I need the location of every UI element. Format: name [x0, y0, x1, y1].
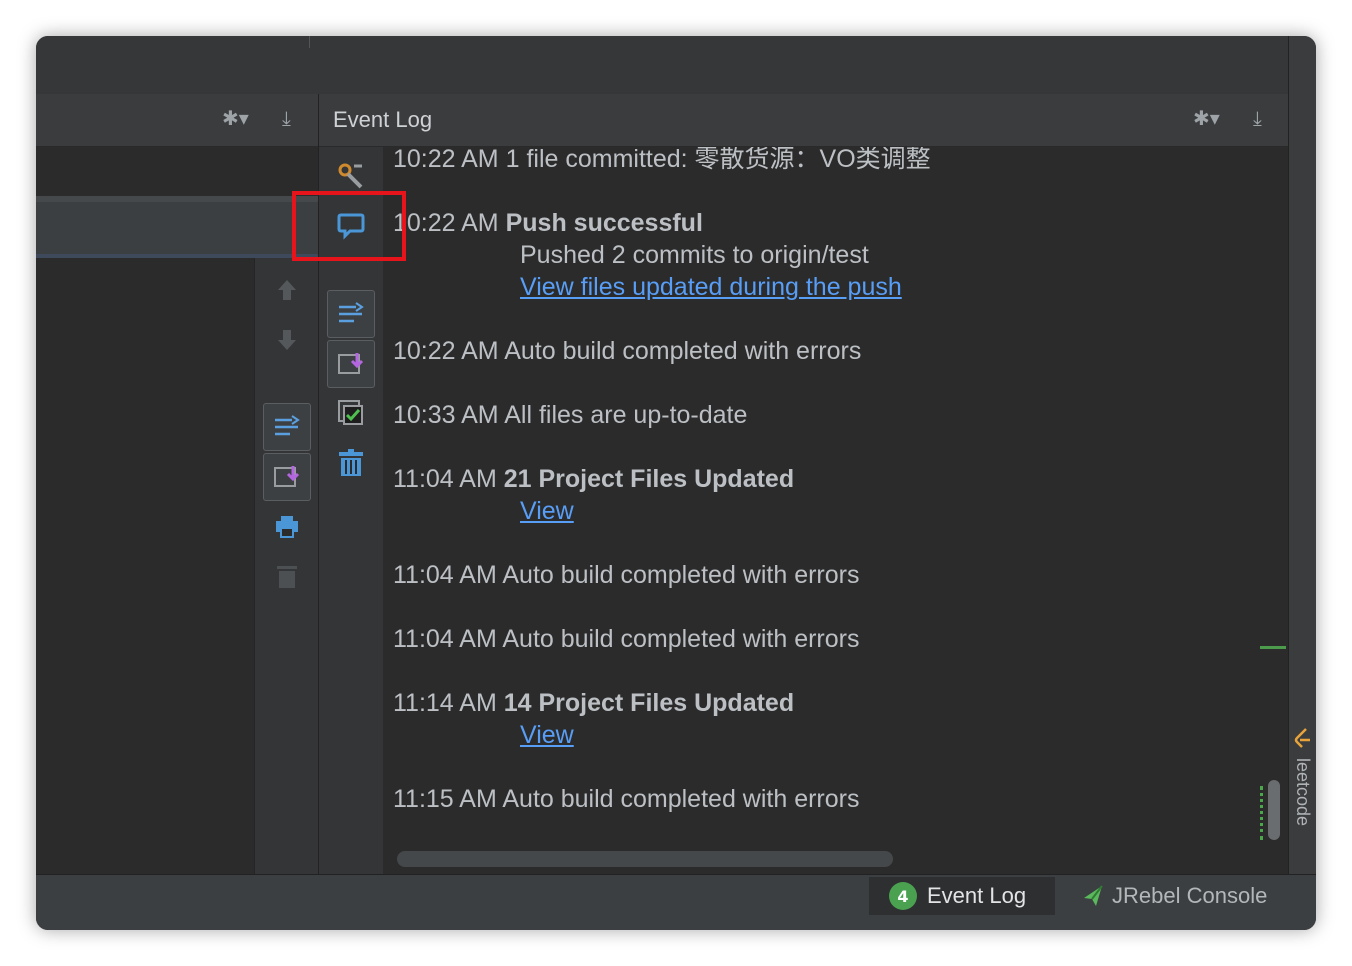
tab-jrebel-label: JRebel Console — [1112, 883, 1268, 908]
diff-icon[interactable] — [327, 290, 375, 338]
log-entry: 10:22 AM Push successful Pushed 2 commit… — [393, 207, 902, 303]
log-message: 1 file committed: 零散货源：VO类调整 — [505, 147, 931, 173]
tab-event-log-label: Event Log — [927, 883, 1027, 908]
log-entry: 11:04 AM Auto build completed with error… — [393, 559, 859, 591]
event-log-header: Event Log ✱▾ ⤓ — [319, 94, 1288, 147]
log-time: 11:04 AM — [393, 465, 497, 493]
panel-title: Event Log — [333, 107, 433, 132]
arrow-up-icon[interactable] — [265, 268, 309, 312]
log-message: 21 Project Files Updated — [503, 465, 795, 493]
log-time: 10:22 AM — [393, 337, 499, 365]
log-time: 11:14 AM — [393, 689, 497, 717]
print-icon[interactable] — [265, 504, 309, 548]
log-entry: 11:04 AM 21 Project Files Updated View — [393, 463, 794, 527]
log-entry: 11:14 AM 14 Project Files Updated View — [393, 687, 794, 751]
log-time: 10:22 AM — [393, 147, 499, 173]
left-panel-header: ✱▾ ⤓ — [36, 94, 318, 147]
view-link[interactable]: View — [393, 719, 794, 751]
log-message: Auto build completed with errors — [502, 625, 860, 653]
log-entry: 10:22 AM 1 file committed: 零散货源：VO类调整 — [393, 147, 931, 175]
view-link[interactable]: View — [393, 495, 794, 527]
gear-icon[interactable]: ✱▾ — [1193, 106, 1220, 130]
dotted-marker — [1260, 786, 1266, 840]
vertical-scrollbar[interactable] — [1268, 780, 1280, 840]
change-marker — [1260, 646, 1286, 649]
log-entry: 10:22 AM Auto build completed with error… — [393, 335, 861, 367]
gear-icon[interactable]: ✱▾ — [222, 106, 249, 130]
leetcode-label: leetcode — [1293, 758, 1313, 827]
diff-icon[interactable] — [263, 403, 311, 451]
log-message: Auto build completed with errors — [502, 561, 860, 589]
log-time: 10:33 AM — [393, 401, 499, 429]
jrebel-icon — [1084, 885, 1103, 906]
view-files-link[interactable]: View files updated during the push — [393, 271, 902, 303]
annotation-highlight-box — [292, 191, 406, 261]
leetcode-tool-tab[interactable]: leetcode — [1289, 724, 1313, 864]
left-panel-toolbar — [254, 258, 319, 874]
log-time: 11:04 AM — [393, 561, 497, 589]
right-tool-strip: leetcode — [1288, 36, 1316, 874]
top-toolbar — [36, 36, 1288, 94]
hide-panel-icon[interactable]: ⤓ — [282, 106, 291, 130]
update-icon[interactable] — [327, 340, 375, 388]
trash-icon[interactable] — [329, 441, 373, 485]
horizontal-scrollbar[interactable] — [397, 851, 893, 867]
left-panel-content — [36, 258, 254, 874]
update-icon[interactable] — [263, 453, 311, 501]
log-detail: Pushed 2 commits to origin/test — [520, 241, 869, 269]
log-message: Push successful — [505, 209, 703, 237]
tab-jrebel-console[interactable]: JRebel Console — [1080, 877, 1267, 915]
event-count-badge: 4 — [889, 882, 917, 910]
tab-event-log[interactable]: 4 Event Log — [869, 877, 1055, 915]
log-time: 11:04 AM — [393, 625, 497, 653]
event-log-content: 10:22 AM 1 file committed: 零散货源：VO类调整 10… — [383, 147, 1288, 874]
log-message: 14 Project Files Updated — [503, 689, 795, 717]
status-bar — [36, 916, 1316, 930]
log-message: Auto build completed with errors — [502, 785, 860, 813]
log-entry: 10:33 AM All files are up-to-date — [393, 399, 747, 431]
hide-panel-icon[interactable]: ⤓ — [1253, 106, 1262, 130]
log-time: 11:15 AM — [393, 785, 497, 813]
log-message: Auto build completed with errors — [504, 337, 862, 365]
trash-icon[interactable] — [265, 554, 309, 598]
bottom-tool-window-bar: 4 Event Log JRebel Console — [36, 874, 1316, 917]
left-panel-selected-row[interactable] — [36, 202, 318, 254]
log-entry: 11:04 AM Auto build completed with error… — [393, 623, 859, 655]
arrow-down-icon[interactable] — [265, 318, 309, 362]
log-entry: 11:15 AM Auto build completed with error… — [393, 783, 859, 815]
leetcode-icon — [1294, 728, 1310, 748]
ide-window: ✱▾ ⤓ Event Log ✱▾ ⤓ 10:22 AM 1 file comm… — [36, 36, 1316, 930]
toolbar-divider — [309, 36, 310, 48]
log-message: All files are up-to-date — [504, 401, 748, 429]
checkbox-icon[interactable] — [329, 391, 373, 435]
log-time: 10:22 AM — [393, 209, 499, 237]
